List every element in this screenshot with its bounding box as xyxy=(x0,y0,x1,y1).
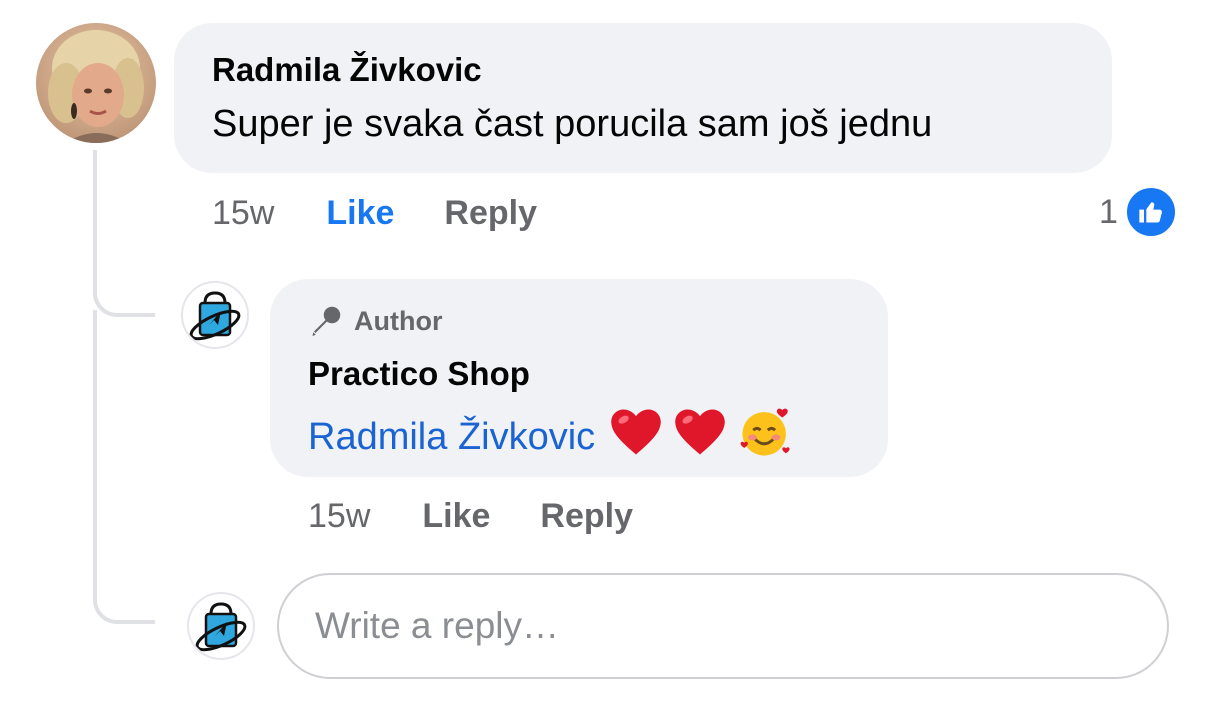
reply-button[interactable]: Reply xyxy=(540,497,633,536)
author-badge: Author xyxy=(308,303,442,339)
reply-bubble: Author Practico Shop Radmila Živkovic xyxy=(270,279,888,477)
microphone-icon xyxy=(312,306,341,336)
reaction-count: 1 xyxy=(1099,192,1118,231)
comment-text: Super je svaka čast porucila sam još jed… xyxy=(212,103,933,145)
reaction-summary[interactable]: 1 xyxy=(1099,185,1178,239)
reply-timestamp[interactable]: 15w xyxy=(308,497,370,536)
avatar[interactable] xyxy=(36,23,156,143)
thread-branch-reply xyxy=(93,150,155,317)
reply-text: Radmila Živkovic xyxy=(308,403,795,471)
red-heart-icon xyxy=(609,407,663,467)
reply-actions: 15w Like Reply xyxy=(308,497,633,536)
mention-link[interactable]: Radmila Živkovic xyxy=(308,416,595,459)
red-heart-icon xyxy=(673,407,727,467)
comment-timestamp[interactable]: 15w xyxy=(212,194,274,233)
comment-actions: 15w Like Reply xyxy=(212,194,537,233)
reply-button[interactable]: Reply xyxy=(444,194,537,233)
smiling-face-with-hearts-icon xyxy=(737,403,795,471)
comment-bubble: Radmila Živkovic Super je svaka čast por… xyxy=(174,23,1112,173)
comment-thread: Radmila Živkovic Super je svaka čast por… xyxy=(0,0,1206,706)
reply-input[interactable] xyxy=(277,573,1169,679)
shopping-bag-logo-icon xyxy=(189,291,241,341)
like-button[interactable]: Like xyxy=(422,497,490,536)
thread-branch-input xyxy=(93,310,155,624)
thumbs-up-icon xyxy=(1123,185,1178,239)
shopping-bag-logo-icon xyxy=(195,602,247,652)
user-photo-icon xyxy=(36,23,156,143)
author-badge-label: Author xyxy=(354,305,443,336)
avatar[interactable] xyxy=(187,592,255,660)
reply-author[interactable]: Practico Shop xyxy=(308,355,530,393)
like-button[interactable]: Like xyxy=(326,194,394,233)
avatar[interactable] xyxy=(181,281,249,349)
comment-author[interactable]: Radmila Živkovic xyxy=(212,51,482,89)
